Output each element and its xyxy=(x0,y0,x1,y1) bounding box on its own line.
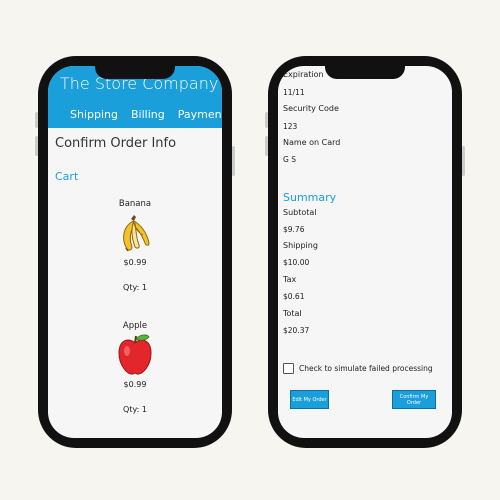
tax-value: $0.61 xyxy=(283,292,305,301)
tab-shipping[interactable]: Shipping xyxy=(70,108,118,121)
tax-label: Tax xyxy=(283,275,297,284)
screen-order-info: The Store Company Shipping Billing Payme… xyxy=(48,66,222,438)
cart-item-apple: Apple $0.99 Qty: 1 xyxy=(48,321,222,421)
item-name: Banana xyxy=(118,199,152,209)
item-name: Apple xyxy=(122,321,148,331)
item-price: $0.99 xyxy=(123,258,147,267)
summary-heading: Summary xyxy=(283,191,337,204)
expiration-label: Expiration xyxy=(283,70,324,79)
cart-item-banana: Banana $0.99 Qty: 1 xyxy=(48,199,222,299)
checkout-tabs: Shipping Billing Payment xyxy=(70,108,222,121)
subtotal-label: Subtotal xyxy=(283,208,317,217)
name-on-card-value: G S xyxy=(283,155,296,164)
confirm-order-button[interactable]: Confirm My Order xyxy=(392,390,436,409)
tab-billing[interactable]: Billing xyxy=(131,108,165,121)
simulate-failure-row: Check to simulate failed processing xyxy=(283,363,433,374)
side-button xyxy=(232,146,235,176)
side-button xyxy=(35,112,38,128)
phone-notch xyxy=(95,65,175,79)
name-on-card-label: Name on Card xyxy=(283,138,341,147)
simulate-failure-checkbox[interactable] xyxy=(283,363,294,374)
total-value: $20.37 xyxy=(283,326,310,335)
subtotal-value: $9.76 xyxy=(283,225,305,234)
tab-payment[interactable]: Payment xyxy=(178,108,222,121)
side-button xyxy=(462,146,465,176)
page-title: Confirm Order Info xyxy=(55,136,177,151)
security-code-value: 123 xyxy=(283,122,298,131)
item-price: $0.99 xyxy=(123,380,147,389)
total-label: Total xyxy=(283,309,302,318)
cart-heading: Cart xyxy=(55,170,79,183)
security-code-label: Security Code xyxy=(283,104,339,113)
item-quantity: Qty: 1 xyxy=(123,283,147,292)
side-button xyxy=(35,136,38,156)
edit-order-button[interactable]: Edit My Order xyxy=(290,390,329,409)
side-button xyxy=(265,112,268,128)
item-quantity: Qty: 1 xyxy=(123,405,147,414)
banana-icon xyxy=(117,213,153,253)
side-button xyxy=(265,136,268,156)
phone-notch xyxy=(325,65,405,79)
shipping-value: $10.00 xyxy=(283,258,310,267)
phone-right: Expiration 11/11 Security Code 123 Name … xyxy=(265,56,465,448)
phone-left: The Store Company Shipping Billing Payme… xyxy=(35,56,235,448)
shipping-label: Shipping xyxy=(283,241,318,250)
simulate-failure-label: Check to simulate failed processing xyxy=(299,364,433,373)
apple-icon xyxy=(115,333,155,377)
screen-payment-summary: Expiration 11/11 Security Code 123 Name … xyxy=(278,66,452,438)
expiration-value: 11/11 xyxy=(283,88,305,97)
